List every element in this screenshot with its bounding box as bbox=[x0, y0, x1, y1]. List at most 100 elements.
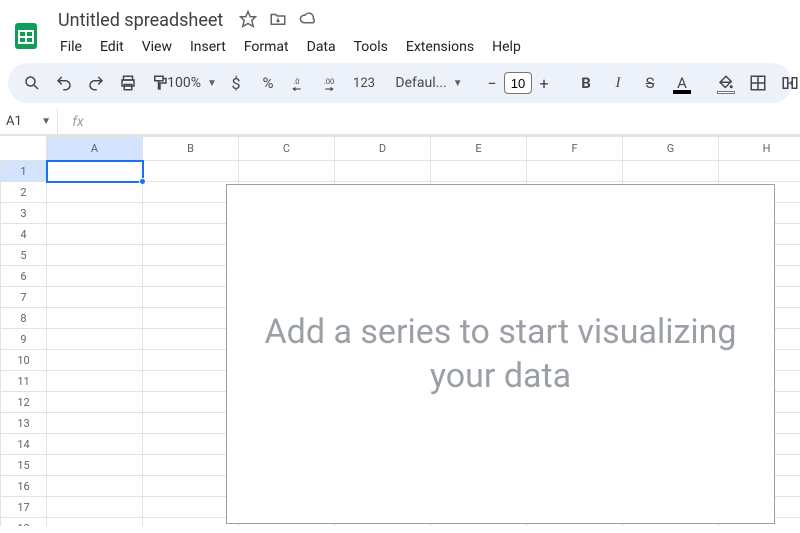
select-all-corner[interactable] bbox=[1, 137, 47, 161]
cell[interactable] bbox=[431, 161, 527, 182]
percent-icon[interactable]: % bbox=[254, 69, 282, 97]
cell[interactable] bbox=[143, 350, 239, 371]
cell[interactable] bbox=[47, 392, 143, 413]
cell[interactable] bbox=[719, 161, 800, 182]
row-header[interactable]: 3 bbox=[1, 203, 47, 224]
row-header[interactable]: 6 bbox=[1, 266, 47, 287]
cell[interactable] bbox=[143, 371, 239, 392]
row-header[interactable]: 9 bbox=[1, 329, 47, 350]
cell[interactable] bbox=[47, 497, 143, 518]
column-header[interactable]: A bbox=[47, 137, 143, 161]
cell[interactable] bbox=[143, 392, 239, 413]
column-header[interactable]: E bbox=[431, 137, 527, 161]
column-header[interactable]: G bbox=[623, 137, 719, 161]
cell[interactable] bbox=[47, 476, 143, 497]
cell[interactable] bbox=[143, 518, 239, 527]
print-icon[interactable] bbox=[114, 69, 142, 97]
menu-extensions[interactable]: Extensions bbox=[398, 35, 482, 59]
row-header[interactable]: 5 bbox=[1, 245, 47, 266]
column-header[interactable]: H bbox=[719, 137, 800, 161]
cell[interactable] bbox=[47, 434, 143, 455]
cell[interactable] bbox=[47, 245, 143, 266]
zoom-select[interactable]: 100% ▼ bbox=[178, 69, 206, 97]
row-header[interactable]: 1 bbox=[1, 161, 47, 182]
text-color-icon[interactable]: A bbox=[668, 69, 696, 97]
chart-placeholder[interactable]: Add a series to start visualizing your d… bbox=[226, 184, 775, 524]
menu-file[interactable]: File bbox=[52, 35, 90, 59]
row-header[interactable]: 18 bbox=[1, 518, 47, 527]
cell[interactable] bbox=[143, 308, 239, 329]
search-menus-icon[interactable] bbox=[18, 69, 46, 97]
menu-tools[interactable]: Tools bbox=[346, 35, 396, 59]
menu-insert[interactable]: Insert bbox=[182, 35, 234, 59]
cell[interactable] bbox=[143, 455, 239, 476]
cell[interactable] bbox=[47, 371, 143, 392]
star-icon[interactable] bbox=[239, 10, 257, 32]
borders-icon[interactable] bbox=[744, 69, 772, 97]
column-header[interactable]: C bbox=[239, 137, 335, 161]
cell[interactable] bbox=[47, 182, 143, 203]
font-family-select[interactable]: Defaul... ▼ bbox=[394, 69, 464, 97]
row-header[interactable]: 15 bbox=[1, 455, 47, 476]
cell[interactable] bbox=[143, 497, 239, 518]
cell[interactable] bbox=[143, 182, 239, 203]
font-size-input[interactable] bbox=[504, 72, 532, 94]
redo-icon[interactable] bbox=[82, 69, 110, 97]
document-title[interactable]: Untitled spreadsheet bbox=[52, 8, 229, 33]
cell[interactable] bbox=[143, 203, 239, 224]
row-header[interactable]: 2 bbox=[1, 182, 47, 203]
row-header[interactable]: 14 bbox=[1, 434, 47, 455]
selection-handle[interactable] bbox=[139, 178, 146, 185]
sheets-logo-icon[interactable] bbox=[8, 18, 44, 54]
merge-cells-icon[interactable] bbox=[776, 69, 800, 97]
row-header[interactable]: 7 bbox=[1, 287, 47, 308]
cell[interactable] bbox=[47, 455, 143, 476]
cell[interactable] bbox=[143, 287, 239, 308]
cell[interactable] bbox=[47, 203, 143, 224]
row-header[interactable]: 13 bbox=[1, 413, 47, 434]
cell[interactable] bbox=[47, 413, 143, 434]
name-box[interactable]: A1 ▼ bbox=[0, 109, 58, 134]
row-header[interactable]: 12 bbox=[1, 392, 47, 413]
bold-icon[interactable]: B bbox=[572, 69, 600, 97]
move-icon[interactable] bbox=[269, 10, 287, 32]
menu-help[interactable]: Help bbox=[484, 35, 529, 59]
row-header[interactable]: 17 bbox=[1, 497, 47, 518]
cell[interactable] bbox=[143, 224, 239, 245]
menu-data[interactable]: Data bbox=[299, 35, 344, 59]
spreadsheet-grid[interactable]: ABCDEFGH1234567891011121314151617181920 … bbox=[0, 135, 800, 526]
cell[interactable] bbox=[143, 245, 239, 266]
cell[interactable] bbox=[239, 161, 335, 182]
cell[interactable] bbox=[47, 518, 143, 527]
row-header[interactable]: 10 bbox=[1, 350, 47, 371]
fill-color-icon[interactable] bbox=[712, 69, 740, 97]
increase-font-size-button[interactable]: + bbox=[532, 71, 556, 95]
row-header[interactable]: 4 bbox=[1, 224, 47, 245]
cell[interactable] bbox=[143, 476, 239, 497]
cell[interactable] bbox=[143, 266, 239, 287]
cell[interactable] bbox=[143, 413, 239, 434]
cloud-status-icon[interactable] bbox=[299, 10, 317, 32]
number-format-123[interactable]: 123 bbox=[350, 69, 378, 97]
cell[interactable] bbox=[143, 161, 239, 182]
decrease-font-size-button[interactable]: − bbox=[480, 71, 504, 95]
currency-icon[interactable]: $ bbox=[222, 69, 250, 97]
cell[interactable] bbox=[143, 329, 239, 350]
undo-icon[interactable] bbox=[50, 69, 78, 97]
menu-format[interactable]: Format bbox=[236, 35, 297, 59]
row-header[interactable]: 11 bbox=[1, 371, 47, 392]
row-header[interactable]: 16 bbox=[1, 476, 47, 497]
cell[interactable] bbox=[47, 266, 143, 287]
column-header[interactable]: B bbox=[143, 137, 239, 161]
decrease-decimal-icon[interactable]: .0 bbox=[286, 69, 314, 97]
cell[interactable] bbox=[47, 308, 143, 329]
strikethrough-icon[interactable]: S bbox=[636, 69, 664, 97]
row-header[interactable]: 8 bbox=[1, 308, 47, 329]
cell[interactable] bbox=[47, 287, 143, 308]
menu-view[interactable]: View bbox=[134, 35, 180, 59]
italic-icon[interactable]: I bbox=[604, 69, 632, 97]
column-header[interactable]: D bbox=[335, 137, 431, 161]
column-header[interactable]: F bbox=[527, 137, 623, 161]
cell[interactable] bbox=[527, 161, 623, 182]
cell[interactable] bbox=[47, 161, 143, 182]
